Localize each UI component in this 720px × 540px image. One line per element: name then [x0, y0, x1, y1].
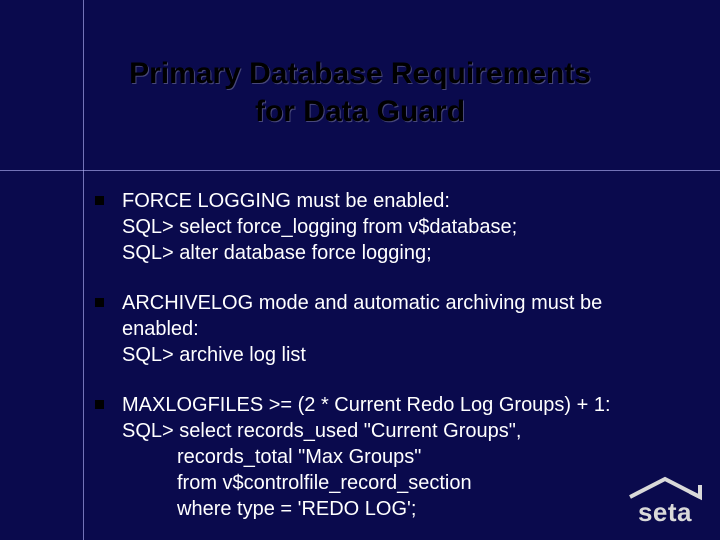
bullet-body: FORCE LOGGING must be enabled: SQL> sele…: [122, 188, 517, 266]
bullet-line: from v$controlfile_record_section: [122, 472, 472, 494]
bullet-head: FORCE LOGGING must be enabled:: [122, 190, 450, 212]
brand-text: seta: [638, 497, 692, 528]
bullet-square-icon: [95, 298, 104, 307]
bullet-item: MAXLOGFILES >= (2 * Current Redo Log Gro…: [95, 392, 680, 522]
bullet-line: SQL> archive log list: [122, 344, 306, 366]
bullet-line: SQL> select records_used "Current Groups…: [122, 420, 521, 442]
bullet-item: ARCHIVELOG mode and automatic archiving …: [95, 290, 680, 368]
bullet-item: FORCE LOGGING must be enabled: SQL> sele…: [95, 188, 680, 266]
bullet-square-icon: [95, 196, 104, 205]
bullet-body: ARCHIVELOG mode and automatic archiving …: [122, 290, 680, 368]
title-line-2: for Data Guard: [255, 95, 465, 128]
title-line-1: Primary Database Requirements: [129, 57, 591, 90]
brand-logo: seta: [628, 475, 702, 528]
slide: Primary Database Requirements for Data G…: [0, 0, 720, 540]
slide-title: Primary Database Requirements for Data G…: [0, 55, 720, 130]
bullet-head: MAXLOGFILES >= (2 * Current Redo Log Gro…: [122, 394, 611, 416]
content-area: FORCE LOGGING must be enabled: SQL> sele…: [95, 188, 680, 540]
bullet-head: ARCHIVELOG mode and automatic archiving …: [122, 292, 602, 340]
bullet-body: MAXLOGFILES >= (2 * Current Redo Log Gro…: [122, 392, 611, 522]
bullet-line: where type = 'REDO LOG';: [122, 498, 416, 520]
title-bar: Primary Database Requirements for Data G…: [0, 55, 720, 130]
bullet-line: records_total "Max Groups": [122, 446, 421, 468]
bullet-square-icon: [95, 400, 104, 409]
horizontal-divider: [0, 170, 720, 171]
bullet-line: SQL> select force_logging from v$databas…: [122, 216, 517, 238]
bullet-line: SQL> alter database force logging;: [122, 242, 432, 264]
